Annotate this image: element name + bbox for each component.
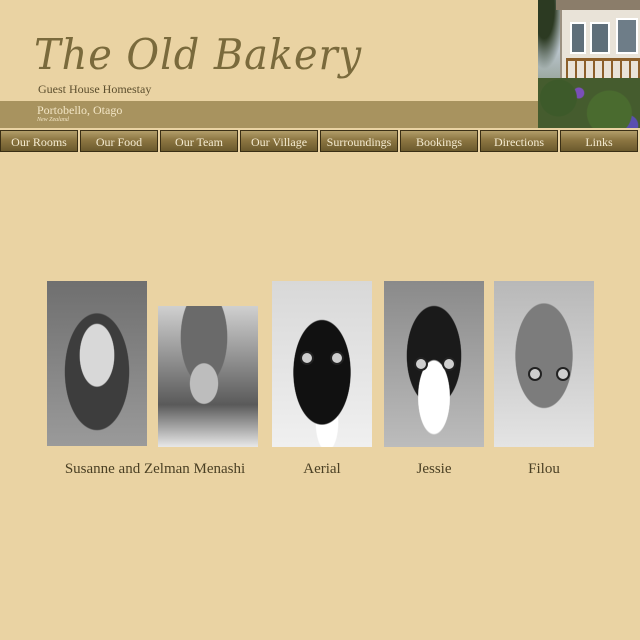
photo-filou [494,281,594,447]
nav-directions[interactable]: Directions [480,130,558,152]
nav-links[interactable]: Links [560,130,638,152]
location-country: New Zealand [37,117,69,123]
photo-susanne [47,281,147,446]
caption-filou: Filou [528,461,560,477]
main-nav: Our Rooms Our Food Our Team Our Village … [0,130,640,154]
site-logo-title[interactable]: The Old Bakery [34,30,362,79]
site-header: The Old Bakery Guest House Homestay Port… [0,0,640,128]
photo-zelman [158,306,258,447]
caption-jessie: Jessie [416,461,452,477]
nav-surroundings[interactable]: Surroundings [320,130,398,152]
location-place: Portobello, Otago [37,103,123,117]
photo-aerial [272,281,372,447]
site-logo-subtitle: Guest House Homestay [38,82,152,96]
location-band: Portobello, Otago New Zealand [0,101,538,128]
nav-our-food[interactable]: Our Food [80,130,158,152]
caption-aerial: Aerial [303,461,341,477]
nav-bookings[interactable]: Bookings [400,130,478,152]
caption-susanne-zelman: Susanne and Zelman Menashi [64,461,246,477]
header-house-photo [538,0,640,128]
nav-our-village[interactable]: Our Village [240,130,318,152]
nav-our-rooms[interactable]: Our Rooms [0,130,78,152]
photo-jessie [384,281,484,447]
nav-our-team[interactable]: Our Team [160,130,238,152]
